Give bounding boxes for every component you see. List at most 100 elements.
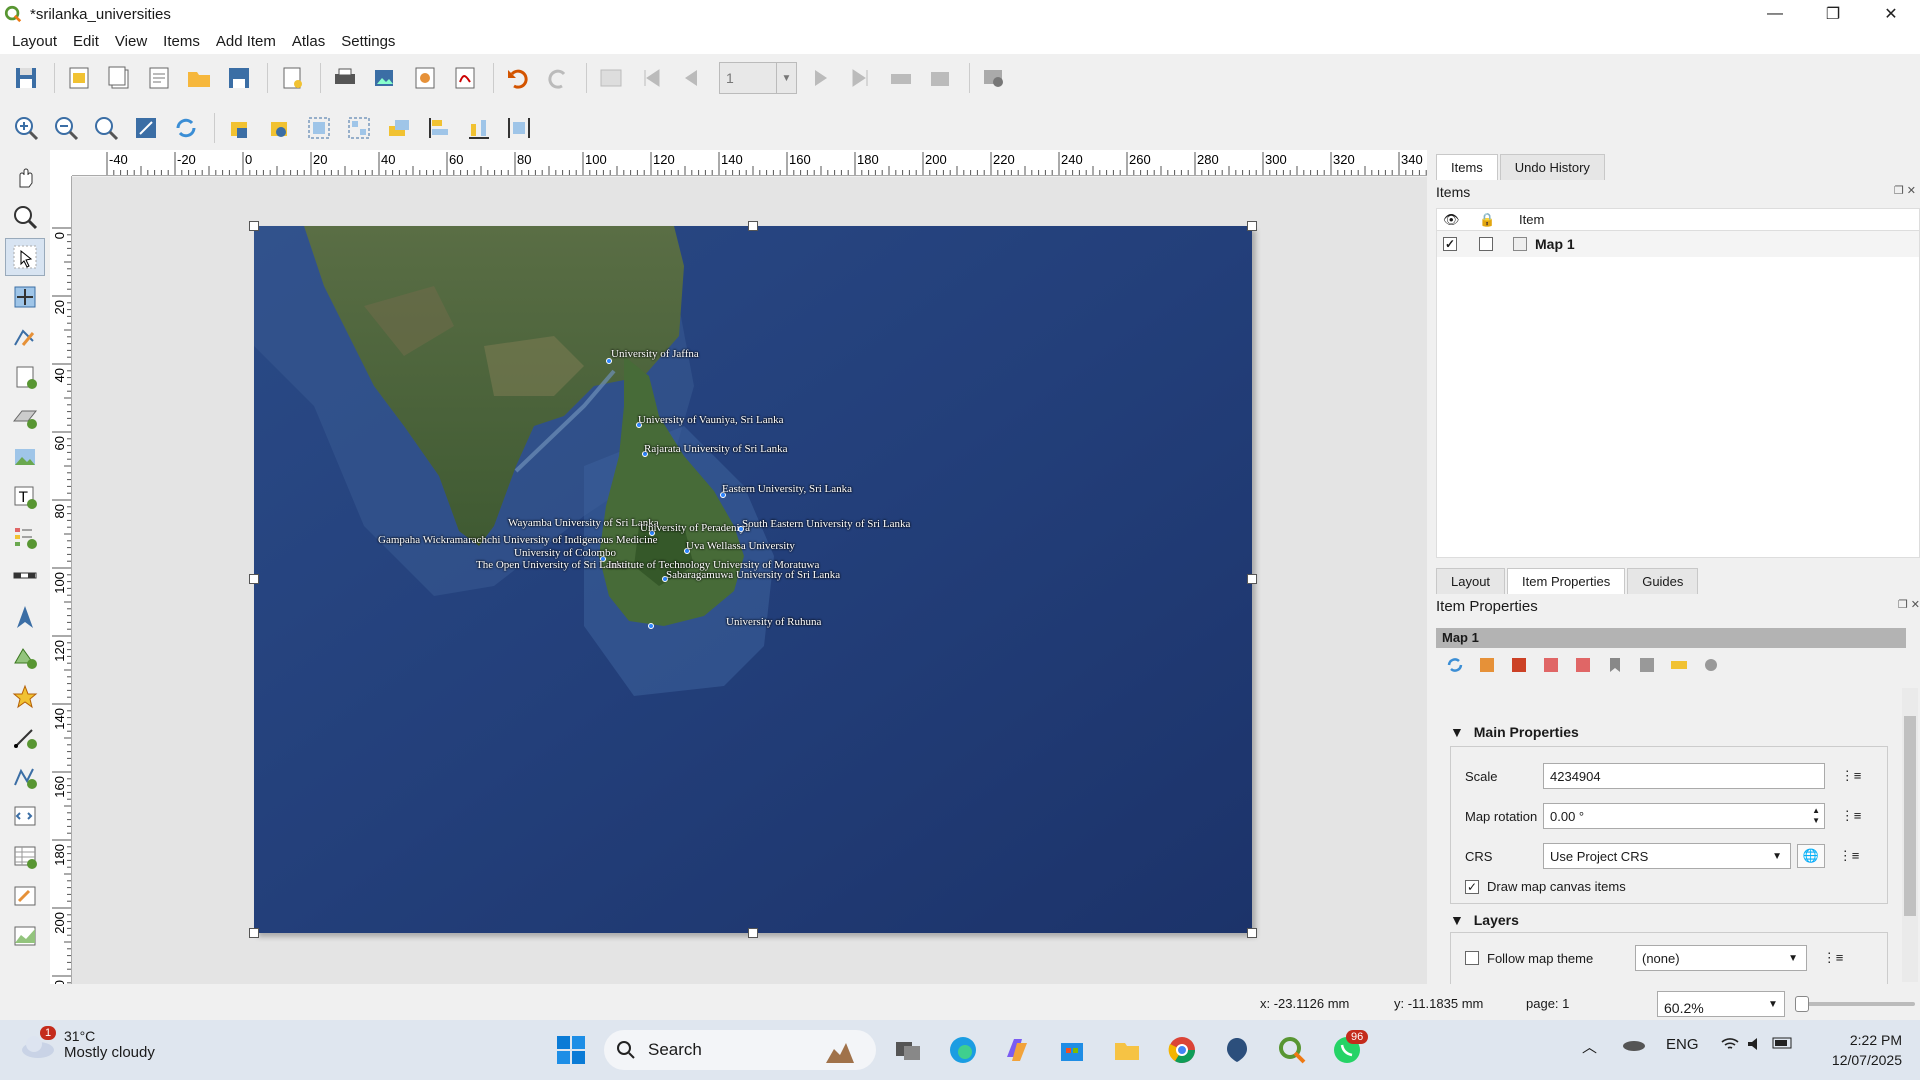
app-icon[interactable] (1219, 1032, 1255, 1068)
refresh-map-icon[interactable] (1442, 652, 1468, 678)
bookmarks-icon[interactable] (1602, 652, 1628, 678)
volume-icon[interactable] (1746, 1036, 1766, 1056)
open-folder-icon[interactable] (181, 60, 217, 96)
atlas-preview-icon[interactable] (593, 60, 629, 96)
main-properties-header[interactable]: ▼ Main Properties (1450, 724, 1579, 740)
atlas-settings-icon[interactable] (976, 60, 1012, 96)
qgis-taskbar-icon[interactable] (1274, 1032, 1310, 1068)
view-scale-icon[interactable] (1570, 652, 1596, 678)
menu-edit[interactable]: Edit (65, 33, 107, 50)
properties-scrollbar[interactable] (1902, 688, 1918, 982)
zoom-in-icon[interactable] (8, 110, 44, 146)
visibility-checkbox[interactable]: ✓ (1443, 237, 1457, 251)
lock-items-icon[interactable] (221, 110, 257, 146)
pan-icon[interactable] (5, 158, 45, 196)
layout-page[interactable]: University of Jaffna University of Vauni… (249, 221, 1257, 938)
scale-input[interactable]: 4234904 (1543, 763, 1825, 789)
menu-atlas[interactable]: Atlas (284, 33, 333, 50)
zoom-slider-thumb[interactable] (1795, 996, 1809, 1012)
add-3d-map-icon[interactable] (5, 398, 45, 436)
atlas-page-select[interactable]: 1 ▼ (719, 62, 797, 94)
clock[interactable]: 2:22 PM 12/07/2025 (1812, 1030, 1902, 1070)
add-marker-icon[interactable] (5, 678, 45, 716)
label-settings-icon[interactable] (1634, 652, 1660, 678)
file-explorer-icon[interactable] (1109, 1032, 1145, 1068)
raise-items-icon[interactable] (381, 110, 417, 146)
theme-select[interactable]: (none) ▼ (1635, 945, 1807, 971)
data-defined-override-icon[interactable]: ⋮≡ (1837, 764, 1865, 788)
add-legend-icon[interactable] (5, 518, 45, 556)
close-button[interactable]: ✕ (1862, 0, 1920, 28)
resize-handle[interactable] (249, 574, 259, 584)
zoom-out-icon[interactable] (48, 110, 84, 146)
previous-feature-icon[interactable] (673, 60, 709, 96)
add-elevation-profile-icon[interactable] (5, 918, 45, 956)
menu-settings[interactable]: Settings (333, 33, 403, 50)
zoom-slider[interactable] (1795, 996, 1915, 1012)
windows-start-icon[interactable] (553, 1032, 589, 1068)
weather-widget[interactable]: 1 31°C Mostly cloudy (20, 1026, 155, 1061)
first-feature-icon[interactable] (633, 60, 669, 96)
save-as-template-icon[interactable] (221, 60, 257, 96)
menu-view[interactable]: View (107, 33, 155, 50)
add-label-icon[interactable]: T (5, 478, 45, 516)
layout-canvas[interactable]: University of Jaffna University of Vauni… (72, 177, 1427, 984)
data-defined-override-icon[interactable]: ⋮≡ (1819, 946, 1847, 970)
add-scalebar-icon[interactable] (5, 558, 45, 596)
new-page-icon[interactable] (274, 60, 310, 96)
add-shape-icon[interactable] (5, 638, 45, 676)
lock-checkbox[interactable] (1479, 237, 1493, 251)
dock-buttons[interactable]: ❐ ✕ (1894, 184, 1916, 200)
language-indicator[interactable]: ENG (1666, 1036, 1699, 1053)
zoom-actual-icon[interactable] (88, 110, 124, 146)
layout-manager-icon[interactable] (141, 60, 177, 96)
resize-handle[interactable] (249, 221, 259, 231)
data-defined-override-icon[interactable]: ⋮≡ (1837, 804, 1865, 828)
resize-handle[interactable] (1247, 574, 1257, 584)
select-move-icon[interactable] (5, 238, 45, 276)
resize-handle[interactable] (249, 928, 259, 938)
redo-icon[interactable] (540, 60, 576, 96)
edit-nodes-icon[interactable] (5, 318, 45, 356)
tab-item-properties[interactable]: Item Properties (1507, 568, 1626, 594)
item-row[interactable]: ✓ Map 1 (1437, 231, 1919, 257)
follow-theme-checkbox[interactable] (1465, 951, 1479, 965)
zoom-tool-icon[interactable] (5, 198, 45, 236)
view-extent-icon[interactable] (1506, 652, 1532, 678)
menu-layout[interactable]: Layout (4, 33, 65, 50)
minimize-button[interactable]: — (1746, 0, 1804, 28)
resize-items-icon[interactable] (501, 110, 537, 146)
zoom-combo[interactable]: 60.2% ▼ (1657, 991, 1785, 1017)
store-icon[interactable] (1054, 1032, 1090, 1068)
duplicate-layout-icon[interactable] (101, 60, 137, 96)
taskbar-search[interactable]: Search (604, 1030, 876, 1070)
add-polyline-icon[interactable] (5, 758, 45, 796)
crs-globe-icon[interactable]: 🌐 (1797, 844, 1825, 868)
add-html-icon[interactable] (5, 798, 45, 836)
tab-undo-history[interactable]: Undo History (1499, 154, 1605, 180)
chevron-up-icon[interactable]: ︿ (1582, 1036, 1597, 1057)
add-page-icon[interactable] (5, 358, 45, 396)
distribute-items-icon[interactable] (461, 110, 497, 146)
add-picture-icon[interactable] (5, 438, 45, 476)
next-feature-icon[interactable] (803, 60, 839, 96)
set-extent-icon[interactable] (1474, 652, 1500, 678)
export-pdf-icon[interactable] (447, 60, 483, 96)
tab-items[interactable]: Items (1436, 154, 1498, 180)
refresh-icon[interactable] (168, 110, 204, 146)
resize-handle[interactable] (748, 221, 758, 231)
move-content-icon[interactable] (5, 278, 45, 316)
export-atlas-icon[interactable] (923, 60, 959, 96)
chrome-icon[interactable] (1164, 1032, 1200, 1068)
print-atlas-icon[interactable] (883, 60, 919, 96)
copilot-icon[interactable] (999, 1032, 1035, 1068)
ungroup-items-icon[interactable] (341, 110, 377, 146)
group-items-icon[interactable] (301, 110, 337, 146)
resize-handle[interactable] (748, 928, 758, 938)
add-north-arrow-icon[interactable] (5, 598, 45, 636)
last-feature-icon[interactable] (843, 60, 879, 96)
export-svg-icon[interactable] (407, 60, 443, 96)
rotation-input[interactable]: 0.00 ° ▲ ▼ (1543, 803, 1825, 829)
edge-icon[interactable] (945, 1032, 981, 1068)
scrollbar-thumb[interactable] (1904, 716, 1916, 916)
